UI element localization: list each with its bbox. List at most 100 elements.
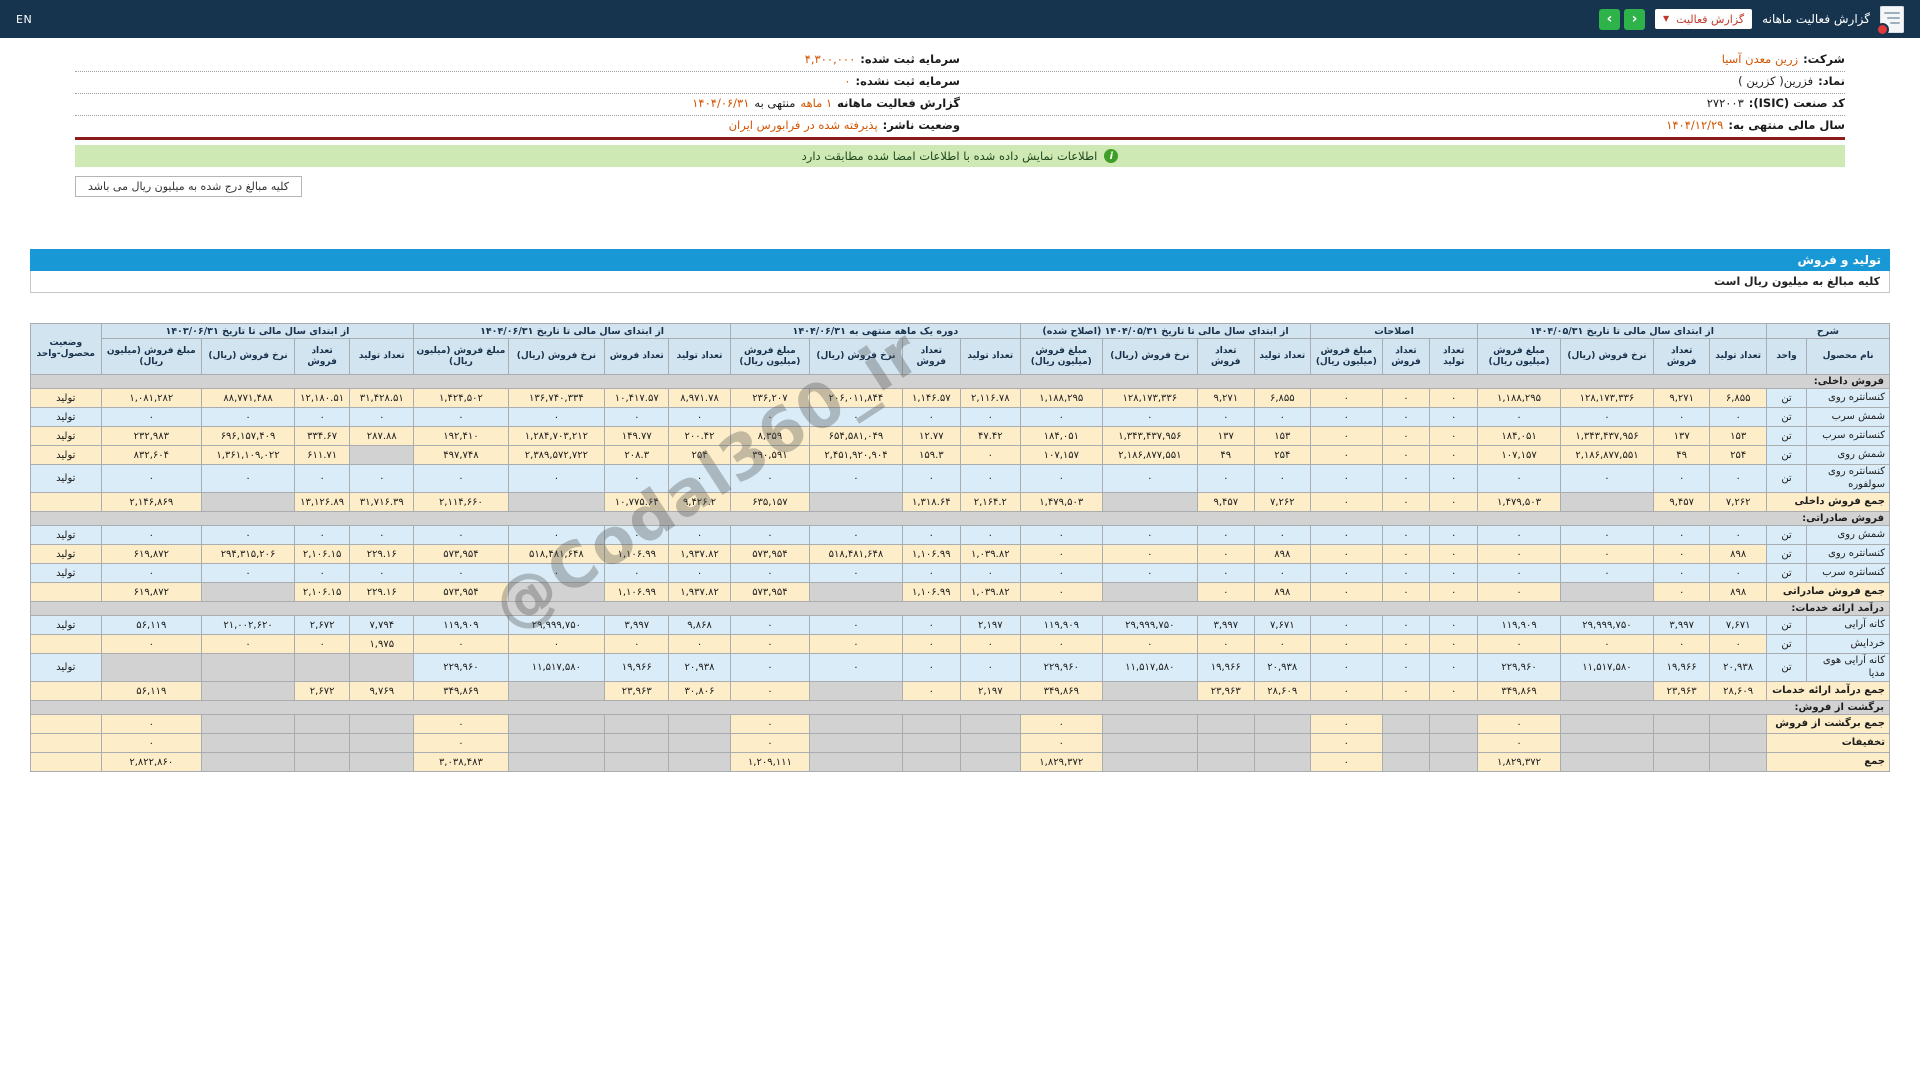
value-cell: ۱۲۸,۱۷۳,۳۳۶: [1101, 388, 1199, 408]
company-name-link[interactable]: زرین معدن آسیا: [1722, 52, 1798, 66]
value-cell: ۰: [1477, 634, 1561, 654]
value-cell: ۰: [808, 634, 903, 654]
value-cell: ۲,۸۲۲,۸۶۰: [100, 752, 203, 772]
value-cell: ۰: [1381, 615, 1431, 635]
column-header-cell: تعداد فروش: [901, 338, 961, 375]
value-cell: ۰: [1429, 388, 1479, 408]
value-cell: ۰: [1560, 634, 1654, 654]
value-cell: ۰: [729, 681, 810, 701]
value-cell: ۵۱۸,۴۸۱,۶۴۸: [808, 544, 903, 564]
value-cell: ۰: [1709, 407, 1767, 427]
column-header-cell: تعداد فروش: [1197, 338, 1255, 375]
value-cell: ۰: [604, 525, 670, 545]
value-cell: ۲۵۴: [668, 445, 731, 465]
table-row: خردایش تن ۰ ۰ ۰ ۰ ۰ ۰ ۰ ۰ ۰ ۰ ۰ ۰ ۰ ۰ ۰ ۰ ۰ ۰ ۰ ۱,۹۷۵ ۰ ۰ ۰: [30, 634, 1890, 654]
value-cell: [1101, 582, 1199, 602]
section-row-label: درآمد ارائه خدمات:: [30, 601, 1890, 616]
column-header-cell: نرخ فروش (ریال): [1101, 338, 1199, 375]
value-cell: ۱۳۶,۷۴۰,۳۳۴: [507, 388, 606, 408]
next-report-button[interactable]: ›: [1624, 8, 1646, 30]
product-status-cell: تولید: [30, 653, 102, 682]
value-cell: ۰: [1019, 563, 1103, 583]
value-cell: ۱۲,۱۸۰.۵۱: [293, 388, 351, 408]
report-dropdown-label: گزارش فعالیت: [1676, 12, 1745, 26]
value-cell: [901, 752, 961, 772]
value-cell: ۴۷.۴۲: [959, 426, 1021, 446]
value-cell: ۸,۹۷۱.۷۸: [668, 388, 731, 408]
value-cell: ۰: [349, 464, 415, 493]
value-cell: ۱۰,۷۷۵.۶۴: [604, 492, 670, 512]
fiscal-year-field: سال مالی منتهی به: ۱۴۰۴/۱۲/۲۹: [960, 118, 1845, 132]
value-cell: [959, 752, 1021, 772]
product-name-cell: شمش روی: [1806, 445, 1890, 465]
value-cell: ۶۵۴,۵۸۱,۰۴۹: [808, 426, 903, 446]
language-toggle-en[interactable]: EN: [16, 13, 32, 26]
value-cell: ۲۰۰.۴۲: [668, 426, 731, 446]
value-cell: ۱۵۳: [1253, 426, 1312, 446]
value-cell: ۰: [1477, 563, 1561, 583]
value-cell: ۶,۸۵۵: [1709, 388, 1767, 408]
value-cell: ۲,۳۸۹,۵۷۲,۷۲۲: [507, 445, 606, 465]
value-cell: ۰: [901, 563, 961, 583]
table-row: شمش سرب تن ۰ ۰ ۰ ۰ ۰ ۰ ۰ ۰ ۰ ۰ ۰ ۰ ۰ ۰ ۰ ۰ ۰ ۰ ۰ ۰ ۰ ۰ ۰ تولید: [30, 407, 1890, 427]
company-info-section: شرکت: زرین معدن آسیا سرمایه ثبت شده: ۴,۳…: [75, 50, 1845, 140]
value-cell: ۰: [959, 407, 1021, 427]
column-header-cell: تعداد تولید: [1429, 338, 1479, 375]
value-cell: ۰: [1560, 464, 1654, 493]
product-unit-cell: تن: [1765, 563, 1808, 583]
report-type-dropdown[interactable]: گزارش فعالیت ▼: [1655, 9, 1753, 29]
value-cell: ۹,۴۵۷: [1197, 492, 1255, 512]
value-cell: ۳۴۹,۸۶۹: [1019, 681, 1103, 701]
value-cell: ۲,۱۴۶,۸۶۹: [100, 492, 203, 512]
section-row: برگشت از فروش:: [30, 700, 1890, 715]
product-status-cell: تولید: [30, 388, 102, 408]
value-cell: ۰: [604, 464, 670, 493]
info-row: سال مالی منتهی به: ۱۴۰۴/۱۲/۲۹ وضعیت ناشر…: [75, 116, 1845, 137]
value-cell: ۲۸,۶۰۹: [1253, 681, 1312, 701]
value-cell: ۱,۴۲۴,۵۰۲: [413, 388, 509, 408]
product-status-cell: تولید: [30, 525, 102, 545]
value-cell: ۰: [507, 407, 606, 427]
value-cell: ۲,۶۷۲: [293, 615, 351, 635]
value-cell: ۰: [100, 733, 203, 753]
value-cell: ۱۲۸,۱۷۳,۳۳۶: [1560, 388, 1654, 408]
value-cell: ۱,۲۰۹,۱۱۱: [729, 752, 810, 772]
unregistered-capital-field: سرمایه ثبت نشده: ۰: [75, 74, 960, 88]
main-content: تولید و فروش کلیه مبالغ به میلیون ریال ا…: [0, 249, 1920, 772]
value-cell: ۰: [1652, 634, 1711, 654]
value-cell: ۰: [349, 525, 415, 545]
value-cell: ۰: [1429, 464, 1479, 493]
product-unit-cell: تن: [1765, 426, 1808, 446]
issuer-status-field: وضعیت ناشر: پذیرفته شده در فرابورس ایران: [75, 118, 960, 132]
table-wrap: @Codal360_ir شرح از ابتدای سال مالی تا تا…: [30, 314, 1891, 772]
value-cell: ۰: [349, 563, 415, 583]
product-name-cell: جمع برگشت از فروش: [1765, 714, 1891, 734]
value-cell: ۰: [1381, 407, 1431, 427]
value-cell: ۲۲۹,۹۶۰: [413, 653, 509, 682]
column-group-header: از ابتدای سال مالی تا تاریخ ۱۴۰۴/۰۵/۳۱: [1477, 323, 1767, 339]
value-cell: ۰: [604, 407, 670, 427]
column-group-header: از ابتدای سال مالی تا تاریخ ۱۴۰۴/۰۶/۳۱: [413, 323, 731, 339]
value-cell: ۰: [1429, 634, 1479, 654]
value-cell: [1560, 714, 1654, 734]
section-row: فروش صادراتی:: [30, 511, 1890, 526]
value-cell: [1381, 733, 1431, 753]
value-cell: ۰: [1101, 563, 1199, 583]
value-cell: [959, 714, 1021, 734]
value-cell: ۱,۰۳۹.۸۲: [959, 582, 1021, 602]
previous-report-button[interactable]: ‹: [1599, 8, 1621, 30]
value-cell: ۰: [901, 407, 961, 427]
table-row: کنسانتره سرب تن ۱۵۳ ۱۳۷ ۱,۳۴۳,۴۳۷,۹۵۶ ۱۸۴,۰۵۱…: [30, 426, 1890, 446]
value-cell: ۰: [1381, 464, 1431, 493]
value-cell: ۰: [808, 615, 903, 635]
value-cell: ۲,۱۱۴,۶۶۰: [413, 492, 509, 512]
value-cell: ۰: [100, 714, 203, 734]
report-pager: ‹ ›: [1599, 8, 1646, 30]
value-cell: ۰: [959, 445, 1021, 465]
codal-logo-icon[interactable]: [1876, 5, 1904, 36]
registered-capital-value: ۴,۳۰۰,۰۰۰: [804, 52, 856, 66]
value-cell: ۰: [1253, 563, 1312, 583]
product-unit-cell: تن: [1765, 464, 1808, 493]
table-row: جمع درآمد ارائه خدمات ۲۸,۶۰۹ ۲۳,۹۶۳ ۳۴۹,۸۶۹…: [30, 681, 1891, 701]
value-cell: ۱۵۳: [1709, 426, 1767, 446]
